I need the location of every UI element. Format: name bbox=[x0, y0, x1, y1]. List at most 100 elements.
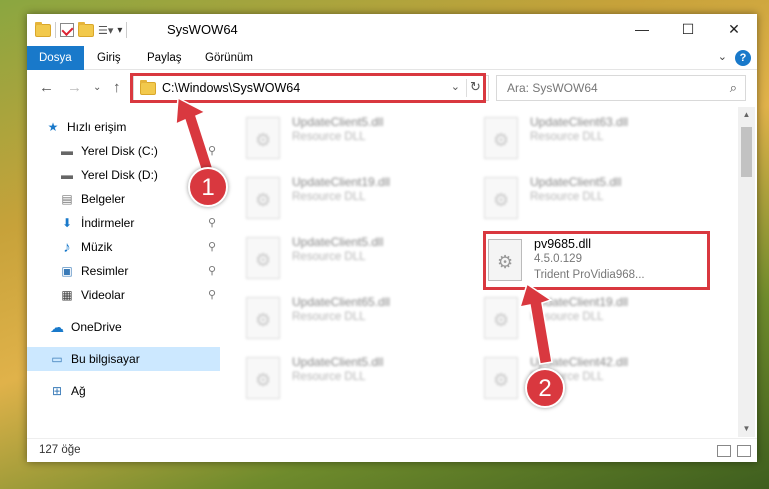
drive-icon: ▬ bbox=[61, 168, 73, 182]
sidebar-item-music[interactable]: ♪ Müzik ⚲ bbox=[27, 235, 220, 259]
pin-icon: ⚲ bbox=[207, 145, 216, 157]
dll-file-icon bbox=[484, 297, 518, 339]
step-badge-2: 2 bbox=[525, 368, 565, 408]
star-icon: ★ bbox=[47, 120, 59, 134]
dll-file-icon bbox=[484, 357, 518, 399]
new-folder-icon[interactable] bbox=[78, 21, 94, 37]
sidebar-item-videos[interactable]: ▦ Videolar ⚲ bbox=[27, 283, 220, 307]
sidebar-item-onedrive[interactable]: ☁ OneDrive bbox=[27, 315, 220, 339]
window-controls: — ☐ ✕ bbox=[619, 14, 757, 44]
file-description: Resource DLL bbox=[292, 371, 366, 383]
file-highlight-box bbox=[483, 231, 710, 290]
large-icons-view-icon[interactable] bbox=[737, 445, 751, 457]
search-box[interactable]: Ara: SysWOW64 ⌕ bbox=[496, 75, 746, 101]
sidebar-item-label: Yerel Disk (D:) bbox=[81, 168, 158, 182]
back-button[interactable]: ← bbox=[39, 79, 54, 96]
toolbar-dropdown-icon[interactable]: ▾ bbox=[117, 25, 122, 36]
status-bar: 127 öğe bbox=[27, 438, 757, 462]
minimize-button[interactable]: — bbox=[619, 14, 665, 44]
sidebar-item-pictures[interactable]: ▣ Resimler ⚲ bbox=[27, 259, 220, 283]
title-bar: ☰▾ ▾ SysWOW64 — ☐ ✕ bbox=[27, 14, 757, 46]
forward-button[interactable]: → bbox=[67, 79, 82, 96]
search-placeholder[interactable]: Ara: SysWOW64 bbox=[507, 81, 598, 95]
navigation-pane: ★ Hızlı erişim ▬ Yerel Disk (C:) ⚲ ▬ Yer… bbox=[27, 107, 220, 437]
pin-icon: ⚲ bbox=[207, 265, 216, 277]
sidebar-item-label: OneDrive bbox=[71, 320, 122, 334]
file-item[interactable]: UpdateClient5.dll Resource DLL bbox=[242, 351, 462, 407]
sidebar-item-this-pc[interactable]: ▭ Bu bilgisayar bbox=[27, 347, 220, 371]
file-name: UpdateClient42.dll bbox=[530, 355, 629, 369]
sidebar-item-label: Resimler bbox=[81, 264, 129, 278]
computer-icon: ▭ bbox=[51, 352, 63, 366]
cloud-icon: ☁ bbox=[50, 318, 64, 335]
file-description: Resource DLL bbox=[292, 251, 366, 263]
sidebar-item-label: Yerel Disk (C:) bbox=[81, 144, 158, 158]
file-item[interactable]: UpdateClient19.dll Resource DLL bbox=[480, 291, 700, 347]
tab-view[interactable]: Görünüm bbox=[193, 46, 265, 70]
file-description: Resource DLL bbox=[530, 131, 604, 143]
navigation-bar: ← → ⌄ ↑ C:\Windows\SysWOW64 ⌄ ↻ Ara: Sys… bbox=[27, 71, 757, 107]
sidebar-item-label: Ağ bbox=[71, 384, 86, 398]
sidebar-item-local-disk-c[interactable]: ▬ Yerel Disk (C:) ⚲ bbox=[27, 139, 220, 163]
file-description: Resource DLL bbox=[292, 311, 366, 323]
folder-icon[interactable] bbox=[35, 21, 51, 37]
tab-home[interactable]: Giriş bbox=[85, 46, 133, 70]
pin-icon: ⚲ bbox=[207, 217, 216, 229]
file-item[interactable]: UpdateClient5.dll Resource DLL bbox=[242, 231, 462, 287]
address-highlight-box bbox=[130, 73, 486, 103]
dll-file-icon bbox=[246, 237, 280, 279]
sidebar-item-label: Videolar bbox=[81, 288, 125, 302]
documents-icon: ▤ bbox=[61, 192, 73, 206]
close-button[interactable]: ✕ bbox=[711, 14, 757, 44]
file-description: Resource DLL bbox=[292, 191, 366, 203]
details-view-icon[interactable] bbox=[717, 445, 731, 457]
dll-file-icon bbox=[246, 117, 280, 159]
sidebar-item-quick-access[interactable]: ★ Hızlı erişim bbox=[27, 115, 220, 139]
file-name: UpdateClient5.dll bbox=[530, 175, 622, 189]
tab-share[interactable]: Paylaş bbox=[135, 46, 194, 70]
separator bbox=[126, 22, 128, 38]
explorer-window: ☰▾ ▾ SysWOW64 — ☐ ✕ Dosya Giriş Paylaş G… bbox=[27, 14, 757, 462]
file-item[interactable]: UpdateClient65.dll Resource DLL bbox=[242, 291, 462, 347]
file-name: UpdateClient5.dll bbox=[292, 235, 384, 249]
scroll-thumb[interactable] bbox=[741, 127, 752, 177]
file-item[interactable]: UpdateClient5.dll Resource DLL bbox=[242, 111, 462, 167]
file-description: Resource DLL bbox=[292, 131, 366, 143]
vertical-scrollbar[interactable]: ▲ ▼ bbox=[738, 107, 755, 437]
step-badge-1: 1 bbox=[188, 167, 228, 207]
file-name: UpdateClient65.dll bbox=[292, 295, 391, 309]
scroll-up-icon[interactable]: ▲ bbox=[738, 107, 755, 123]
file-name: UpdateClient5.dll bbox=[292, 355, 384, 369]
up-button[interactable]: ↑ bbox=[113, 79, 121, 96]
sidebar-item-label: İndirmeler bbox=[81, 216, 135, 230]
file-description: Resource DLL bbox=[530, 311, 604, 323]
dll-file-icon bbox=[484, 177, 518, 219]
search-icon[interactable]: ⌕ bbox=[730, 80, 737, 96]
maximize-button[interactable]: ☐ bbox=[665, 14, 711, 44]
sidebar-item-label: Hızlı erişim bbox=[67, 120, 127, 134]
quick-access-toolbar: ☰▾ ▾ bbox=[35, 21, 128, 38]
file-name: UpdateClient63.dll bbox=[530, 115, 629, 129]
recent-locations-button[interactable]: ⌄ bbox=[93, 82, 101, 93]
properties-icon[interactable] bbox=[60, 23, 74, 37]
sidebar-item-label: Bu bilgisayar bbox=[71, 352, 140, 366]
download-icon: ⬇ bbox=[61, 216, 73, 230]
file-item[interactable]: UpdateClient19.dll Resource DLL bbox=[242, 171, 462, 227]
pin-icon: ⚲ bbox=[207, 289, 216, 301]
expand-ribbon-icon[interactable]: ⌄ bbox=[718, 50, 727, 63]
tab-file[interactable]: Dosya bbox=[27, 46, 84, 70]
network-icon: ⊞ bbox=[51, 384, 63, 398]
file-item[interactable]: UpdateClient42.dll Resource DLL bbox=[480, 351, 700, 407]
sidebar-item-downloads[interactable]: ⬇ İndirmeler ⚲ bbox=[27, 211, 220, 235]
window-title: SysWOW64 bbox=[167, 22, 238, 37]
scroll-down-icon[interactable]: ▼ bbox=[738, 421, 755, 437]
customize-toolbar-icon[interactable]: ☰▾ bbox=[98, 24, 113, 37]
pictures-icon: ▣ bbox=[61, 264, 73, 278]
sidebar-item-network[interactable]: ⊞ Ağ bbox=[27, 379, 220, 403]
pin-icon: ⚲ bbox=[207, 241, 216, 253]
help-icon[interactable]: ? bbox=[735, 50, 751, 66]
file-name: UpdateClient5.dll bbox=[292, 115, 384, 129]
file-item[interactable]: UpdateClient63.dll Resource DLL bbox=[480, 111, 700, 167]
ribbon-tabs: Dosya Giriş Paylaş Görünüm ⌄ ? bbox=[27, 46, 757, 70]
file-item[interactable]: UpdateClient5.dll Resource DLL bbox=[480, 171, 700, 227]
